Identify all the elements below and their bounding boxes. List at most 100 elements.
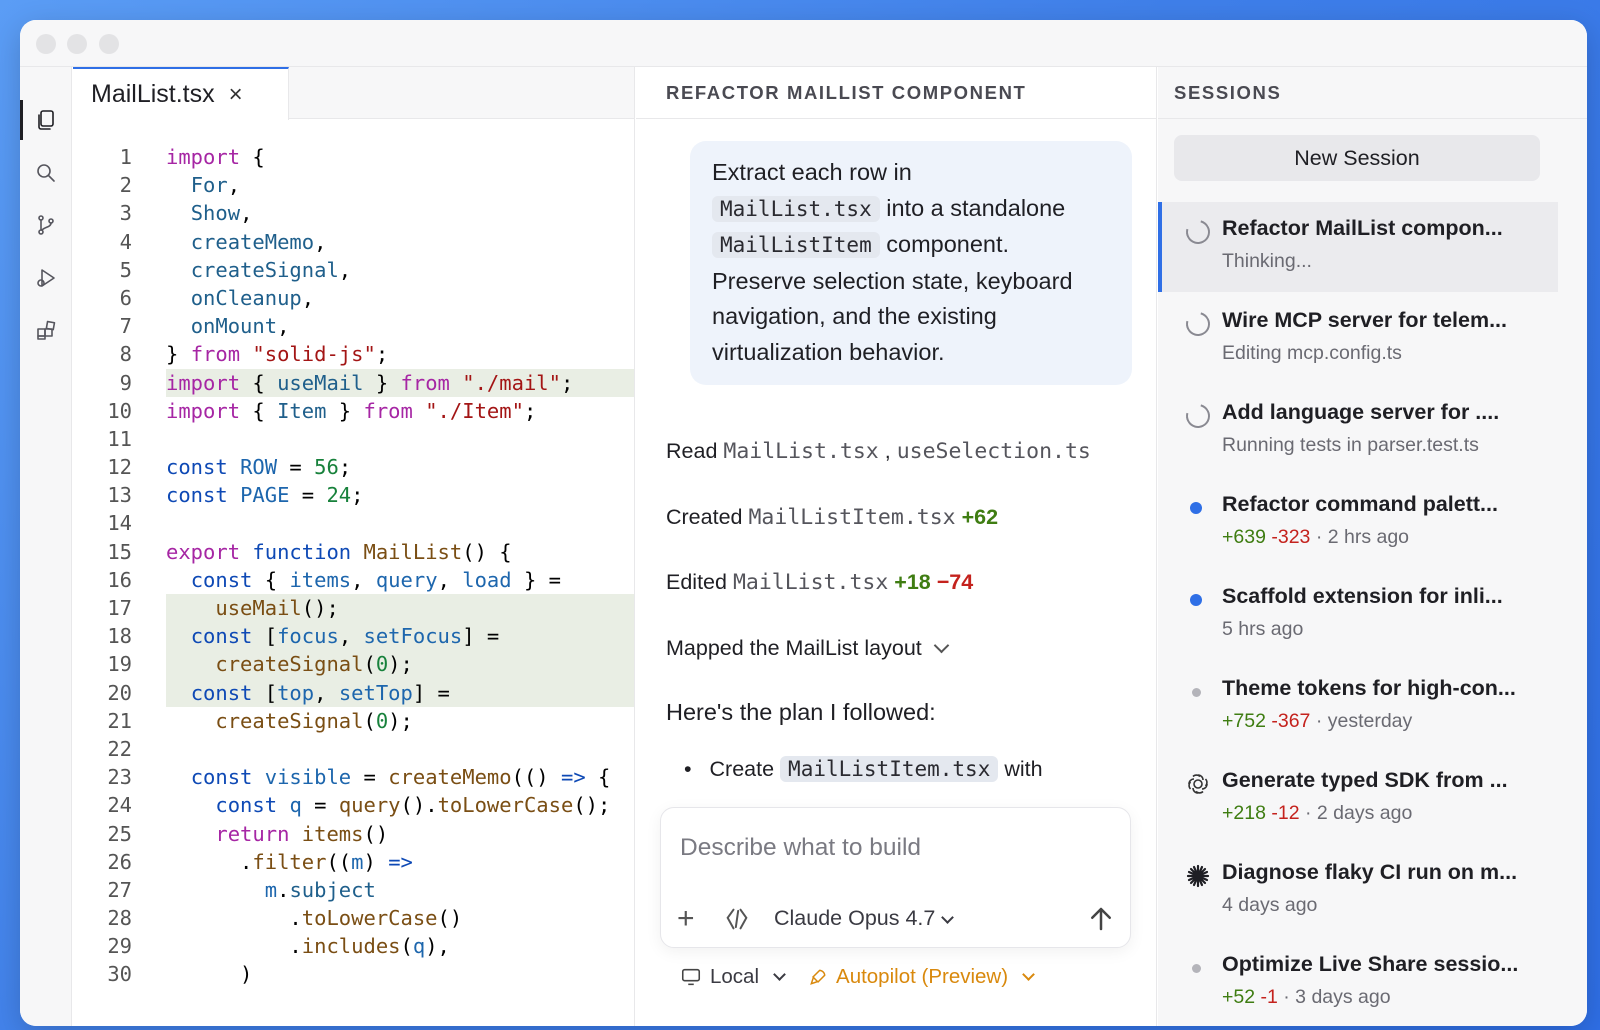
session-subtitle: Running tests in parser.test.ts [1222,434,1479,457]
code-line[interactable]: 12 const ROW = 56; [73,453,634,481]
lines-removed: -12 [1271,802,1300,824]
session-item[interactable]: Scaffold extension for inli... 5 hrs ago [1158,570,1558,660]
prompt-input[interactable]: Describe what to build [680,834,921,862]
session-item[interactable]: Theme tokens for high-con... +752 -367 · … [1158,662,1558,752]
code-line[interactable]: 17 useMail(); [73,594,634,623]
spinner-icon [1181,307,1215,341]
prompt-text: into a standalone [886,194,1066,221]
file-link[interactable]: useSelection.ts [897,439,1091,464]
source-control-icon [38,215,54,235]
edited-activity: Edited MailList.tsx +18 −74 [666,570,973,595]
session-subtitle: +218 -12 · 2 days ago [1222,802,1412,825]
session-item[interactable]: Wire MCP server for telem... Editing mcp.… [1158,294,1558,384]
session-time: · yesterday [1315,710,1413,732]
file-link[interactable]: MailListItem.tsx [748,505,955,530]
code-line[interactable]: 16 const { items, query, load } = [73,566,634,594]
model-picker[interactable]: Claude Opus 4.7 [774,906,955,931]
files-icon [38,110,54,130]
session-item[interactable]: Refactor command palett... +639 -323 · 2 … [1158,478,1558,568]
code-area[interactable]: 1 import {2 For, 3 Show, 4 createMemo, 5 cre… [73,143,634,989]
sessions-title: SESSIONS [1158,67,1587,119]
session-subtitle: +52 -1 · 3 days ago [1222,986,1391,1009]
code-line[interactable]: 21 createSignal(0); [73,707,634,735]
session-time: · 3 days ago [1283,986,1391,1008]
editor-tab-bar: MailList.tsx × [73,67,634,120]
code-line[interactable]: 5 createSignal, [73,256,634,284]
code-line[interactable]: 4 createMemo, [73,228,634,256]
line-source: createMemo, [190,229,327,254]
line-source: const ROW = 56; [166,455,352,480]
code-line[interactable]: 10 import { Item } from "./Item"; [73,397,634,425]
code-line[interactable]: 20 const [top, setTop] = [73,678,634,707]
session-item[interactable]: Optimize Live Share sessio... +52 -1 · 3 … [1158,938,1558,1026]
zoom-window-button[interactable] [99,34,119,54]
line-source [166,735,634,763]
file-link[interactable]: MailList.tsx [733,570,888,595]
separator: , [884,439,891,463]
line-number: 9 [119,370,132,395]
code-line[interactable]: 19 createSignal(0); [73,650,634,679]
minimize-window-button[interactable] [67,34,87,54]
search-button[interactable] [20,151,72,195]
close-window-button[interactable] [36,34,56,54]
code-line[interactable]: 8} from "solid-js"; [73,340,634,368]
run-debug-button[interactable] [20,256,72,300]
code-line[interactable]: 13 const PAGE = 24; [73,481,634,509]
line-source: createSignal(0); [215,708,413,733]
line-number: 16 [107,567,132,592]
code-line[interactable]: 18 const [focus, setFocus] = [73,622,634,651]
session-status: Editing mcp.config.ts [1222,342,1402,364]
mapped-activity[interactable]: Mapped the MailList layout [666,636,950,661]
line-number: 1 [119,145,132,169]
activity-bar [20,67,72,1026]
session-item[interactable]: Generate typed SDK from ... +218 -12 · 2 … [1158,754,1558,844]
line-number: 5 [119,257,132,282]
code-line[interactable]: 6 onCleanup, [73,284,634,312]
code-line[interactable]: 22 [73,735,634,763]
bullet-text: Create [709,757,775,781]
explorer-button[interactable] [20,98,72,142]
line-number: 24 [107,793,132,818]
openai-icon [1188,774,1208,794]
line-source: .toLowerCase() [166,906,463,931]
close-icon[interactable]: × [229,81,243,109]
location-picker[interactable]: Local [680,965,786,989]
session-item[interactable]: Add language server for .... Running test… [1158,386,1558,476]
editor-tab-maillist[interactable]: MailList.tsx × [73,67,289,120]
lines-added: +218 [1222,802,1266,824]
code-line[interactable]: 14 [73,509,634,537]
code-line[interactable]: 2 For, [73,171,634,199]
code-line[interactable]: 26 .filter((m) => [73,848,634,876]
line-source: return items() [215,821,389,846]
code-line[interactable]: 27 m.subject [73,876,634,904]
session-item[interactable]: Refactor MailList compon... Thinking... [1158,202,1558,292]
new-session-button[interactable]: New Session [1174,135,1540,181]
agent-mode-icon[interactable] [723,905,751,933]
code-line[interactable]: 15 export function MailList() { [73,538,634,566]
send-icon[interactable] [1086,904,1116,934]
code-line[interactable]: 29 .includes(q), [73,932,634,960]
code-line[interactable]: 11 [73,425,634,453]
session-item[interactable]: Diagnose flaky CI run on m... 4 days ago [1158,846,1558,936]
code-line[interactable]: 3 Show, [73,199,634,227]
code-line[interactable]: 28 .toLowerCase() [73,904,634,932]
line-number: 26 [107,849,132,874]
code-line[interactable]: 30 ) [73,960,634,988]
autopilot-picker[interactable]: Autopilot (Preview) [808,965,1035,989]
add-context-button[interactable]: + [677,904,695,934]
code-line[interactable]: 9 import { useMail } from "./mail"; [73,368,634,397]
extensions-button[interactable] [20,309,72,353]
chat-composer: Describe what to build + Claude Opus 4.7 [660,807,1131,948]
line-source: const [focus, setFocus] = [166,622,634,651]
code-line[interactable]: 25 return items() [73,820,634,848]
code-line[interactable]: 23 const visible = createMemo(() => { [73,763,634,791]
session-time: · 2 days ago [1304,802,1413,824]
app-window: MailList.tsx × 1 import {2 For, 3 Show, 4 c… [20,20,1587,1026]
code-line[interactable]: 1 import { [73,143,634,171]
sessions-panel: SESSIONS New Session Refactor MailList c… [1158,67,1587,1026]
code-line[interactable]: 7 onMount, [73,312,634,340]
code-line[interactable]: 24 const q = query().toLowerCase(); [73,791,634,819]
file-link[interactable]: MailList.tsx [723,439,878,464]
source-control-button[interactable] [20,203,72,247]
line-source [166,509,634,537]
